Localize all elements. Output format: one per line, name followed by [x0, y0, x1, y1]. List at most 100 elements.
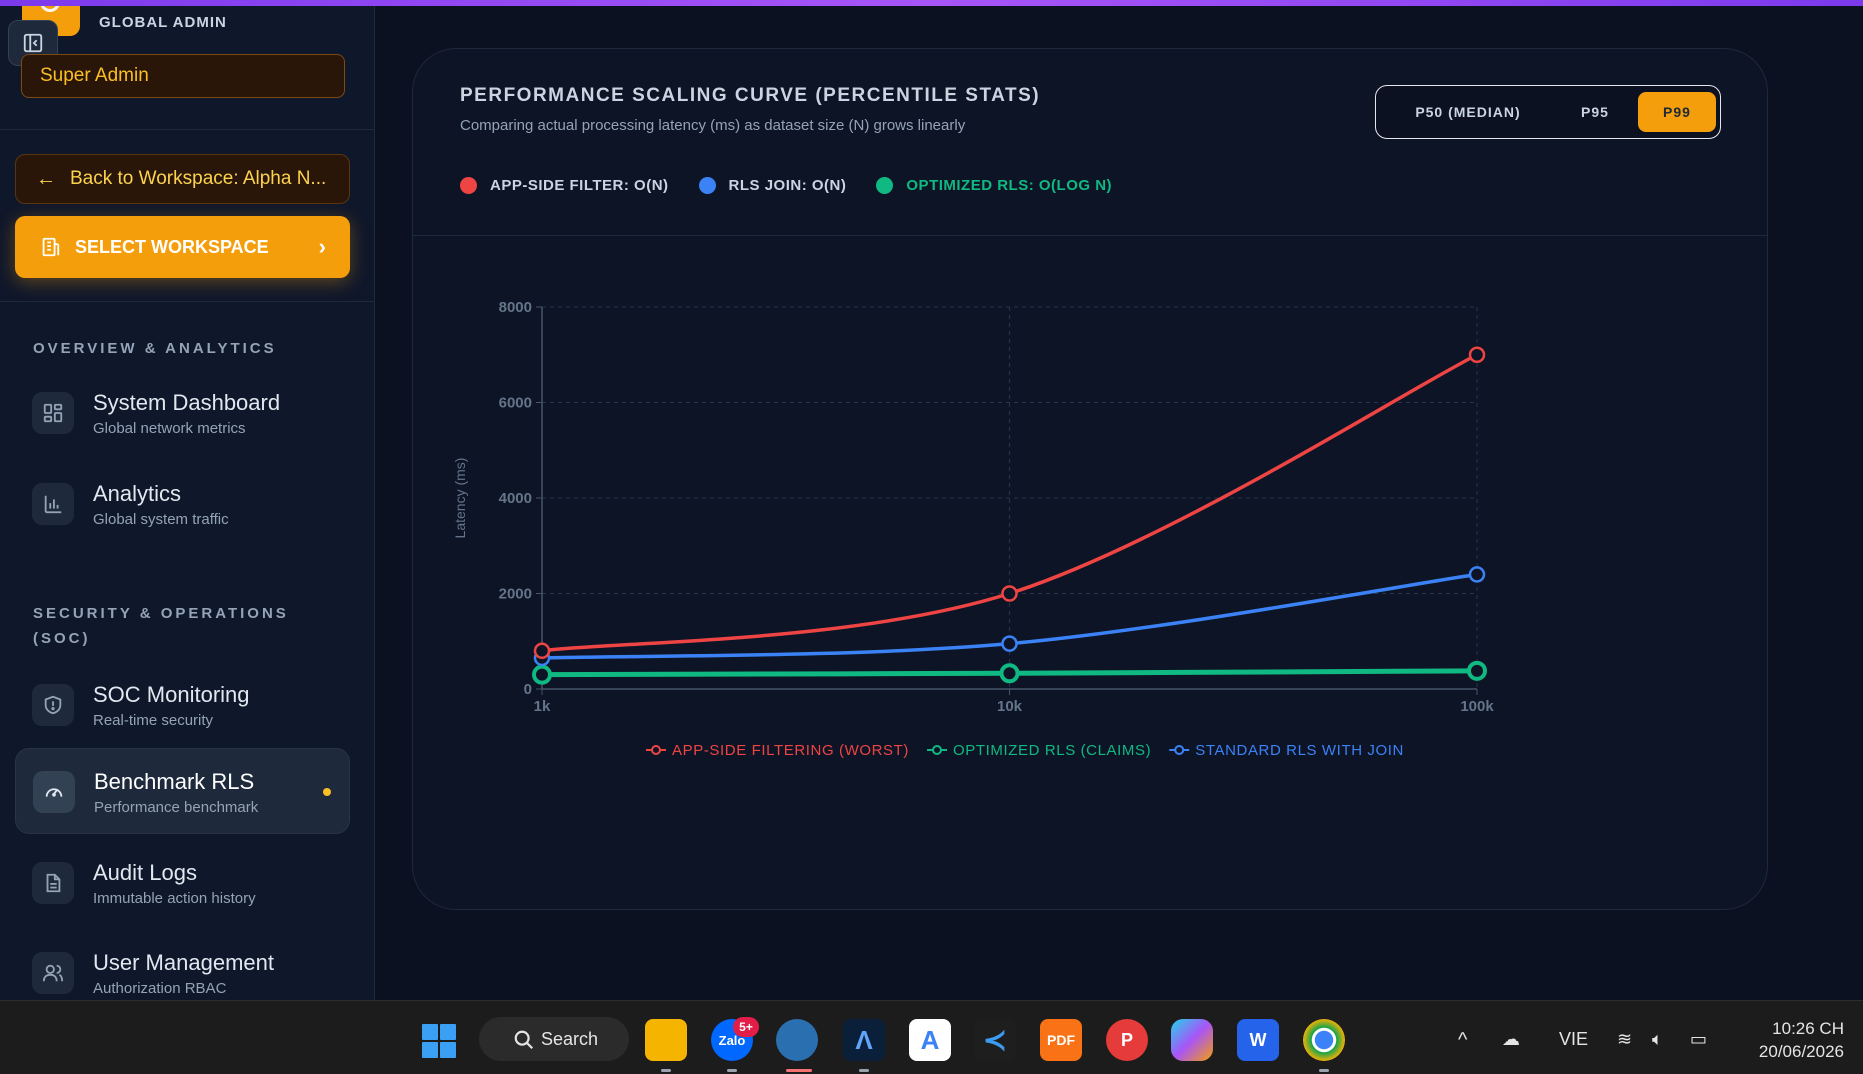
sidebar-item-analytics[interactable]: Analytics Global system traffic: [15, 461, 350, 547]
sidebar: GLOBAL ADMIN Super Admin ← Back to Works…: [0, 6, 375, 1000]
app-a-icon[interactable]: A: [909, 1019, 951, 1061]
taskbar-search-label: Search: [541, 1028, 599, 1049]
blue-dot-icon: [698, 177, 716, 194]
legend-marker: [1174, 745, 1185, 755]
pdf-app-icon[interactable]: PDF: [1040, 1019, 1082, 1061]
sidebar-item-soc-monitoring[interactable]: SOC Monitoring Real-time security: [15, 662, 350, 748]
system-clock[interactable]: 10:26 CH 20/06/2026: [1736, 1017, 1844, 1063]
chart-card-title: PERFORMANCE SCALING CURVE (PERCENTILE ST…: [460, 85, 1041, 106]
volume-icon[interactable]: 🔈︎: [1652, 1029, 1663, 1050]
onedrive-cloud-icon[interactable]: ☁: [1502, 1029, 1520, 1050]
windows-taskbar: Search Zalo 5+ Λ A ≺ PDF P W ^ ☁ VIE ≋ 🔈…: [0, 1000, 1863, 1074]
chrome-icon[interactable]: [1303, 1019, 1345, 1061]
word-icon[interactable]: W: [1237, 1019, 1279, 1061]
percentile-option-p50[interactable]: P50 (MEDIAN): [1388, 92, 1548, 132]
data-point: [999, 663, 1020, 684]
select-workspace-button[interactable]: SELECT WORKSPACE ›: [15, 216, 350, 278]
data-point: [533, 642, 551, 660]
sidebar-item-subtitle: Global system traffic: [93, 511, 229, 528]
sidebar-item-user-management[interactable]: User Management Authorization RBAC: [15, 930, 350, 1000]
sidebar-item-system-dashboard[interactable]: System Dashboard Global network metrics: [15, 370, 350, 456]
clock-time: 10:26 CH: [1772, 1019, 1844, 1038]
arrow-left-icon: ←: [36, 167, 56, 190]
complexity-legend-item: APP-SIDE FILTER: O(N): [460, 177, 669, 194]
document-icon: [32, 862, 74, 904]
role-header: GLOBAL ADMIN: [99, 14, 227, 31]
windows-start-icon[interactable]: [421, 1023, 457, 1059]
y-tick-label: 0: [524, 681, 532, 698]
data-point: [532, 664, 552, 685]
complexity-legend-label: RLS JOIN: O(N): [728, 177, 847, 194]
x-tick-label: 10k: [997, 698, 1023, 715]
file-explorer-icon[interactable]: [645, 1019, 687, 1061]
sidebar-item-subtitle: Global network metrics: [93, 420, 246, 437]
taskbar-search[interactable]: Search: [479, 1017, 629, 1061]
legend-marker: [932, 745, 942, 755]
active-app-indicator: [786, 1069, 812, 1072]
antigravity-app-icon[interactable]: Λ: [843, 1019, 885, 1061]
y-tick-label: 2000: [499, 586, 532, 603]
sidebar-item-subtitle: Immutable action history: [93, 890, 256, 907]
edge-browser-icon[interactable]: [776, 1019, 818, 1061]
red-dot-icon: [460, 177, 477, 194]
powerpoint-icon[interactable]: P: [1106, 1019, 1148, 1061]
input-language[interactable]: VIE: [1559, 1029, 1588, 1050]
sidebar-item-subtitle: Performance benchmark: [94, 799, 259, 816]
latency-line-chart: 0 2000 4000 6000 8000 1k 10k 100k Latency (ms) AP…: [452, 299, 1494, 759]
legend-label: STANDARD RLS WITH JOIN: [1195, 742, 1404, 759]
chevron-right-icon: ›: [318, 234, 326, 259]
data-point: [1001, 635, 1018, 652]
section-security-operations: SECURITY & OPERATIONS (SOC): [33, 605, 289, 647]
complexity-legend-label: APP-SIDE FILTER: O(N): [490, 177, 669, 194]
data-point: [1468, 346, 1486, 363]
wifi-icon[interactable]: ≋: [1617, 1029, 1632, 1050]
select-workspace-label: SELECT WORKSPACE: [75, 236, 269, 257]
data-point: [1001, 585, 1018, 602]
building-icon: [42, 237, 60, 257]
y-tick-label: 6000: [499, 395, 532, 412]
x-tick-label: 100k: [1460, 698, 1494, 715]
sidebar-item-title: Analytics: [93, 481, 182, 506]
sidebar-item-benchmark-rls[interactable]: Benchmark RLS Performance benchmark: [15, 748, 350, 834]
section-overview-analytics: OVERVIEW & ANALYTICS: [33, 340, 277, 357]
back-to-workspace-label: Back to Workspace: Alpha N...: [70, 168, 327, 189]
app-running-indicator: [661, 1069, 671, 1072]
legend-marker: [651, 745, 661, 755]
battery-icon[interactable]: ▭: [1690, 1029, 1707, 1050]
zalo-notification-badge: 5+: [733, 1017, 759, 1037]
complexity-legend: APP-SIDE FILTER: O(N) RLS JOIN: O(N) OPT…: [460, 177, 1112, 194]
sidebar-item-audit-logs[interactable]: Audit Logs Immutable action history: [15, 840, 350, 926]
clock-date: 20/06/2026: [1758, 1042, 1844, 1061]
sidebar-header: GLOBAL ADMIN Super Admin: [0, 6, 374, 130]
data-point: [1467, 660, 1487, 681]
sidebar-item-title: User Management: [93, 950, 274, 975]
bar-chart-icon: [32, 483, 74, 525]
back-to-workspace-button[interactable]: ← Back to Workspace: Alpha N...: [15, 154, 350, 204]
users-icon: [32, 952, 74, 994]
y-tick-label: 4000: [499, 490, 532, 507]
percentile-option-p99[interactable]: P99: [1638, 92, 1716, 132]
app-running-indicator: [1319, 1069, 1329, 1072]
y-axis-label: Latency (ms): [452, 458, 468, 539]
sidebar-item-title: SOC Monitoring: [93, 682, 250, 707]
green-dot-icon: [876, 177, 894, 194]
chevron-up-icon[interactable]: ^: [1458, 1029, 1467, 1052]
app-running-indicator: [859, 1069, 869, 1072]
vscode-icon[interactable]: ≺: [974, 1019, 1016, 1061]
role-badge: Super Admin: [21, 54, 345, 98]
x-tick-label: 1k: [534, 698, 551, 715]
y-tick-label: 8000: [499, 299, 532, 316]
sidebar-item-subtitle: Real-time security: [93, 712, 214, 729]
percentile-option-p95[interactable]: P95: [1552, 92, 1638, 132]
app-running-indicator: [727, 1069, 737, 1072]
complexity-legend-item: RLS JOIN: O(N): [698, 177, 847, 194]
chart-card-subtitle: Comparing actual processing latency (ms)…: [460, 117, 966, 134]
active-indicator-dot: [323, 788, 331, 796]
data-point: [1468, 566, 1486, 583]
legend-label: OPTIMIZED RLS (CLAIMS): [953, 742, 1151, 759]
copilot-icon[interactable]: [1171, 1019, 1213, 1061]
sidebar-item-title: Benchmark RLS: [94, 769, 255, 794]
sidebar-item-title: System Dashboard: [93, 390, 281, 415]
search-icon: [514, 1030, 534, 1050]
legend-label: APP-SIDE FILTERING (WORST): [672, 742, 909, 759]
